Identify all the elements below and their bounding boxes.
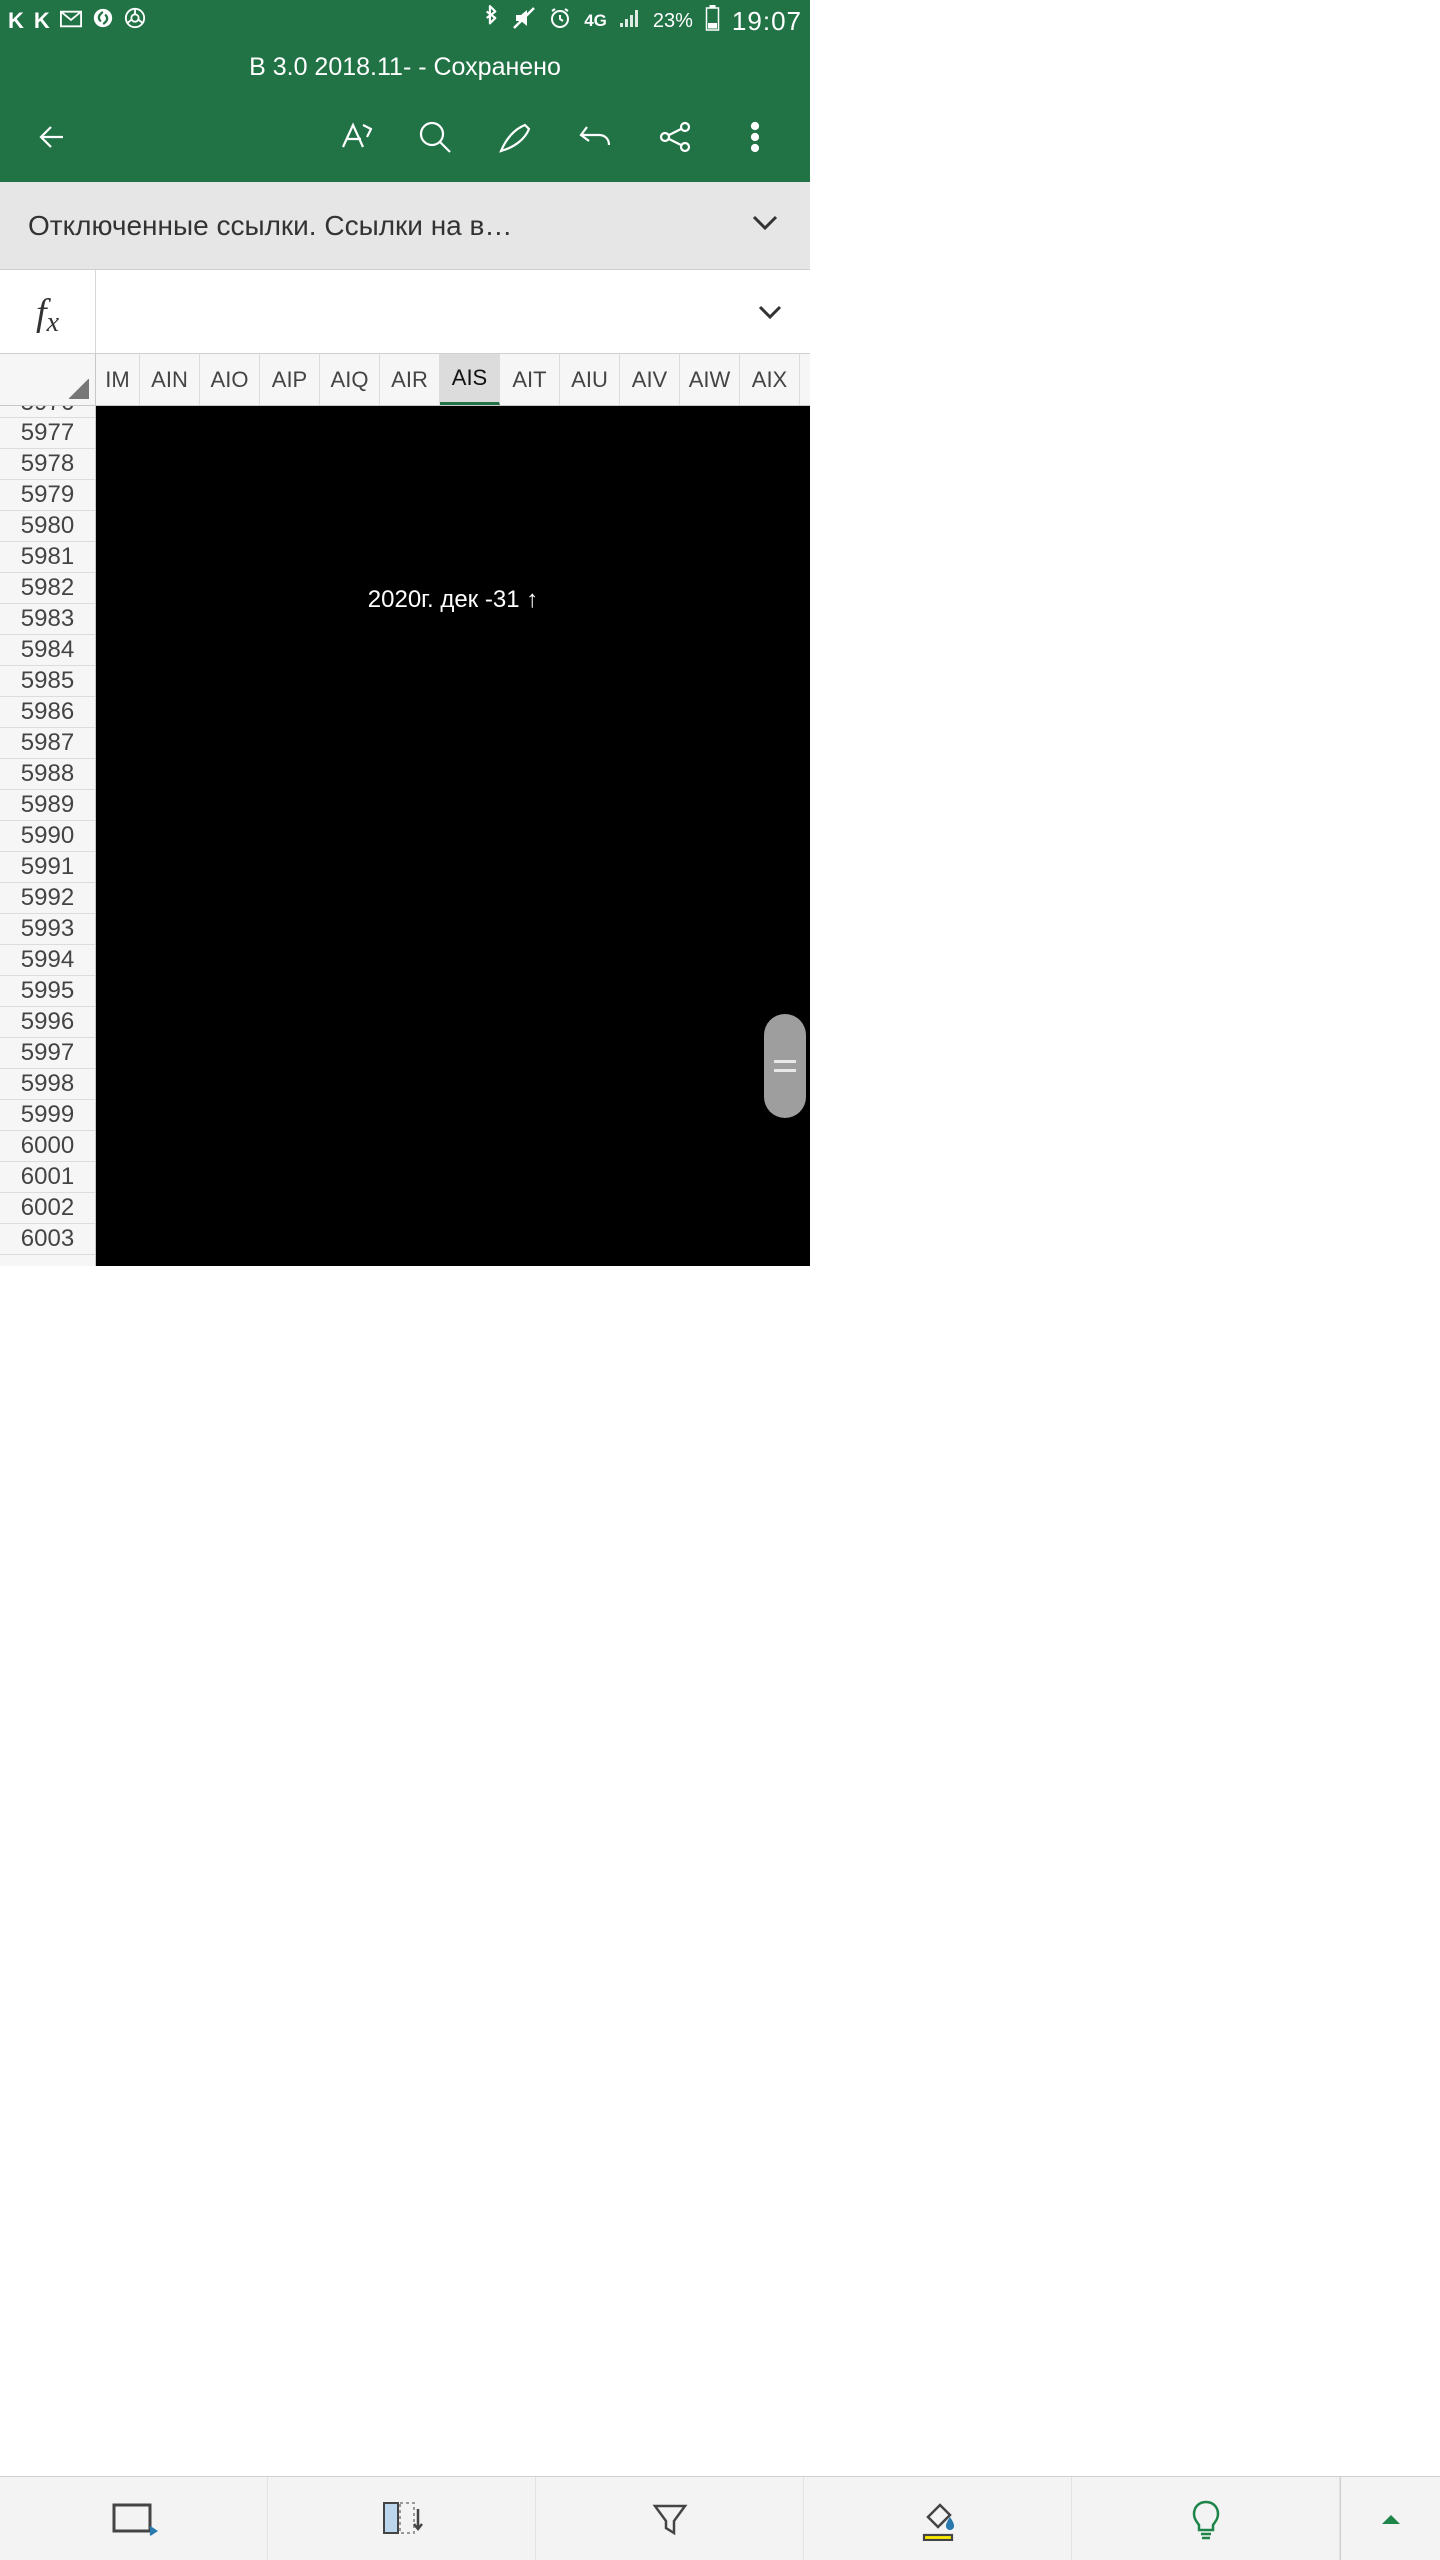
scroll-handle[interactable] <box>764 1014 806 1118</box>
battery-icon <box>705 5 720 37</box>
row-header[interactable]: 5986 <box>0 697 95 728</box>
sort-button[interactable] <box>268 2477 536 2560</box>
row-header-column: 5976597759785979598059815982598359845985… <box>0 406 96 1266</box>
column-header[interactable]: AIW <box>680 354 740 405</box>
document-title-bar: B 3.0 2018.11- - Сохранено <box>0 42 810 92</box>
row-header[interactable]: 5978 <box>0 449 95 480</box>
row-header[interactable]: 6000 <box>0 1131 95 1162</box>
row-header[interactable]: 5982 <box>0 573 95 604</box>
column-header[interactable]: AIR <box>380 354 440 405</box>
column-header[interactable]: AIV <box>620 354 680 405</box>
more-menu-button[interactable] <box>720 102 790 172</box>
shazam-icon <box>92 7 114 35</box>
row-header[interactable]: 5992 <box>0 883 95 914</box>
signal-icon <box>619 8 641 34</box>
bluetooth-icon <box>482 5 500 37</box>
column-header[interactable]: AIS <box>440 354 500 405</box>
row-header[interactable]: 5995 <box>0 976 95 1007</box>
disabled-links-banner[interactable]: Отключенные ссылки. Ссылки на в… <box>0 182 810 270</box>
row-header[interactable]: 6001 <box>0 1162 95 1193</box>
chevron-down-icon <box>748 205 782 246</box>
app-notif-icon: K <box>34 8 50 34</box>
row-header[interactable]: 5997 <box>0 1038 95 1069</box>
row-header[interactable]: 6003 <box>0 1224 95 1255</box>
row-header[interactable]: 5993 <box>0 914 95 945</box>
row-header[interactable]: 5976 <box>0 406 95 418</box>
ideas-button[interactable] <box>1072 2477 1340 2560</box>
row-header[interactable]: 5987 <box>0 728 95 759</box>
row-header[interactable]: 5980 <box>0 511 95 542</box>
data-area: 5976597759785979598059815982598359845985… <box>0 406 810 1266</box>
status-right-group: 4G 23% 19:07 <box>482 5 802 37</box>
bottom-toolbar <box>0 2476 1440 2560</box>
card-view-button[interactable] <box>0 2477 268 2560</box>
visible-cell-text: 2020г. дек -31 ↑ <box>96 586 810 614</box>
row-header[interactable]: 5994 <box>0 945 95 976</box>
document-title: B 3.0 2018.11- - Сохранено <box>249 53 561 82</box>
formula-expand-button[interactable] <box>730 270 810 353</box>
fx-label: fx <box>0 270 96 353</box>
column-header[interactable]: AIN <box>140 354 200 405</box>
column-header[interactable]: IM <box>96 354 140 405</box>
alarm-icon <box>548 6 572 36</box>
row-header[interactable]: 5999 <box>0 1100 95 1131</box>
main-toolbar <box>0 92 810 182</box>
column-header[interactable]: AIO <box>200 354 260 405</box>
row-header[interactable]: 5988 <box>0 759 95 790</box>
row-header[interactable]: 6002 <box>0 1193 95 1224</box>
filter-button[interactable] <box>536 2477 804 2560</box>
row-header[interactable]: 5981 <box>0 542 95 573</box>
row-header[interactable]: 5990 <box>0 821 95 852</box>
spreadsheet-grid: IMAINAIOAIPAIQAIRAISAITAIUAIVAIWAIX 5976… <box>0 354 810 1266</box>
fill-color-button[interactable] <box>804 2477 1072 2560</box>
mute-icon <box>512 6 536 36</box>
cell-canvas[interactable]: 2020г. дек -31 ↑ <box>96 406 810 1266</box>
row-header[interactable]: 5979 <box>0 480 95 511</box>
select-all-corner[interactable] <box>0 354 96 405</box>
column-header[interactable]: AIX <box>740 354 800 405</box>
share-button[interactable] <box>640 102 710 172</box>
gmail-icon <box>60 8 82 34</box>
column-header[interactable]: AIP <box>260 354 320 405</box>
row-header[interactable]: 5977 <box>0 418 95 449</box>
banner-text: Отключенные ссылки. Ссылки на в… <box>28 210 512 242</box>
row-header[interactable]: 5991 <box>0 852 95 883</box>
chrome-icon <box>124 7 146 35</box>
column-header[interactable]: AIT <box>500 354 560 405</box>
expand-ribbon-button[interactable] <box>1340 2477 1440 2560</box>
search-button[interactable] <box>400 102 470 172</box>
back-button[interactable] <box>20 102 90 172</box>
row-header[interactable]: 5985 <box>0 666 95 697</box>
row-header[interactable]: 5989 <box>0 790 95 821</box>
draw-button[interactable] <box>480 102 550 172</box>
undo-button[interactable] <box>560 102 630 172</box>
clock: 19:07 <box>732 6 802 37</box>
android-status-bar: K K 4G 23% 19:07 <box>0 0 810 42</box>
battery-percent: 23% <box>653 10 693 33</box>
formula-bar: fx <box>0 270 810 354</box>
font-format-button[interactable] <box>320 102 390 172</box>
app-notif-icon: K <box>8 8 24 34</box>
row-header[interactable]: 5983 <box>0 604 95 635</box>
column-header[interactable]: AIU <box>560 354 620 405</box>
column-header[interactable]: AIQ <box>320 354 380 405</box>
row-header[interactable]: 5996 <box>0 1007 95 1038</box>
column-header-row: IMAINAIOAIPAIQAIRAISAITAIUAIVAIWAIX <box>0 354 810 406</box>
formula-input[interactable] <box>96 270 730 353</box>
status-left-group: K K <box>8 7 146 35</box>
network-type: 4G <box>584 11 607 31</box>
row-header[interactable]: 5998 <box>0 1069 95 1100</box>
row-header[interactable]: 5984 <box>0 635 95 666</box>
